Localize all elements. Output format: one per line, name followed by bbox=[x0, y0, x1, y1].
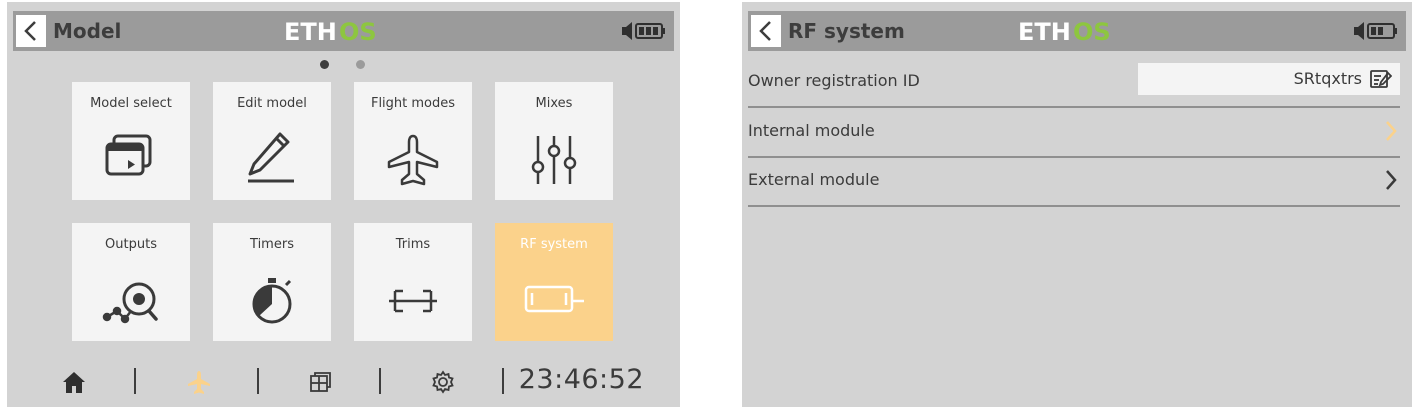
tile-label: Outputs bbox=[105, 237, 157, 252]
page-indicator bbox=[7, 60, 680, 70]
internal-module-row[interactable]: Internal module bbox=[748, 108, 1400, 158]
svg-text:ETH: ETH bbox=[284, 18, 337, 45]
chevron-right-icon bbox=[1386, 170, 1397, 190]
battery-icon bbox=[1367, 23, 1397, 39]
page-title: Model bbox=[53, 19, 122, 43]
divider bbox=[134, 368, 136, 394]
sliders-icon bbox=[531, 136, 577, 184]
airplane-icon[interactable] bbox=[185, 368, 213, 396]
back-button[interactable] bbox=[16, 15, 46, 47]
svg-text:OS: OS bbox=[339, 18, 377, 45]
divider bbox=[502, 368, 504, 394]
tile-label: Trims bbox=[395, 237, 431, 252]
tile-label: Mixes bbox=[535, 96, 573, 111]
header-bar: Model ETH OS bbox=[13, 11, 674, 51]
speaker-icon bbox=[1354, 22, 1364, 40]
status-icons bbox=[1354, 22, 1397, 40]
owner-registration-field[interactable]: SRtqxtrs bbox=[1138, 63, 1400, 95]
clock: 23:46:52 bbox=[518, 364, 644, 395]
page-dot[interactable] bbox=[356, 60, 365, 69]
model-screen: Model ETH OS Model select Edit model Fli… bbox=[7, 2, 680, 407]
model-select-icon bbox=[105, 134, 152, 176]
tile-mixes[interactable]: Mixes bbox=[495, 82, 613, 200]
layout-icon[interactable] bbox=[306, 368, 334, 396]
bottom-bar: 23:46:52 bbox=[7, 362, 680, 402]
tile-timers[interactable]: Timers bbox=[213, 223, 331, 341]
speaker-icon bbox=[622, 22, 632, 40]
tile-edit-model[interactable]: Edit model bbox=[213, 82, 331, 200]
divider bbox=[257, 368, 259, 394]
tile-label: Flight modes bbox=[370, 96, 456, 111]
svg-text:ETH: ETH bbox=[1018, 18, 1071, 45]
page-title: RF system bbox=[788, 19, 905, 43]
tile-rf-system[interactable]: RF system bbox=[495, 223, 613, 341]
svg-text:OS: OS bbox=[1073, 18, 1111, 45]
owner-registration-label: Owner registration ID bbox=[748, 71, 920, 90]
tile-trims[interactable]: Trims bbox=[354, 223, 472, 341]
tile-label: RF system bbox=[520, 237, 588, 252]
gear-icon[interactable] bbox=[429, 368, 457, 396]
external-module-row[interactable]: External module bbox=[748, 157, 1400, 207]
battery-icon bbox=[635, 23, 665, 39]
pencil-icon bbox=[248, 132, 294, 183]
home-icon[interactable] bbox=[60, 368, 88, 396]
ethos-logo: ETH OS bbox=[1018, 18, 1111, 45]
internal-module-label: Internal module bbox=[748, 121, 875, 140]
page-dot-active[interactable] bbox=[320, 60, 329, 69]
outputs-icon bbox=[102, 282, 158, 324]
ethos-logo: ETH OS bbox=[284, 18, 377, 45]
tile-model-select[interactable]: Model select bbox=[72, 82, 190, 200]
trims-icon bbox=[389, 289, 437, 313]
tile-label: Model select bbox=[90, 96, 172, 111]
tile-label: Edit model bbox=[237, 96, 307, 111]
airplane-icon bbox=[387, 134, 439, 186]
owner-registration-value: SRtqxtrs bbox=[1293, 69, 1362, 88]
chevron-right-icon bbox=[1386, 121, 1397, 141]
chevron-left-icon bbox=[24, 21, 36, 41]
stopwatch-icon bbox=[252, 278, 292, 324]
chevron-left-icon bbox=[759, 21, 771, 41]
rf-system-screen: RF system ETH OS Owner registration ID S… bbox=[742, 2, 1412, 407]
external-module-label: External module bbox=[748, 170, 880, 189]
rf-module-icon bbox=[524, 285, 584, 313]
edit-icon bbox=[1370, 70, 1392, 88]
back-button[interactable] bbox=[751, 15, 781, 47]
tile-label: Timers bbox=[250, 237, 294, 252]
tile-flight-modes[interactable]: Flight modes bbox=[354, 82, 472, 200]
owner-registration-row: Owner registration ID SRtqxtrs bbox=[748, 58, 1400, 108]
divider bbox=[379, 368, 381, 394]
header-bar: RF system ETH OS bbox=[748, 11, 1406, 51]
tile-outputs[interactable]: Outputs bbox=[72, 223, 190, 341]
status-icons bbox=[622, 22, 665, 40]
